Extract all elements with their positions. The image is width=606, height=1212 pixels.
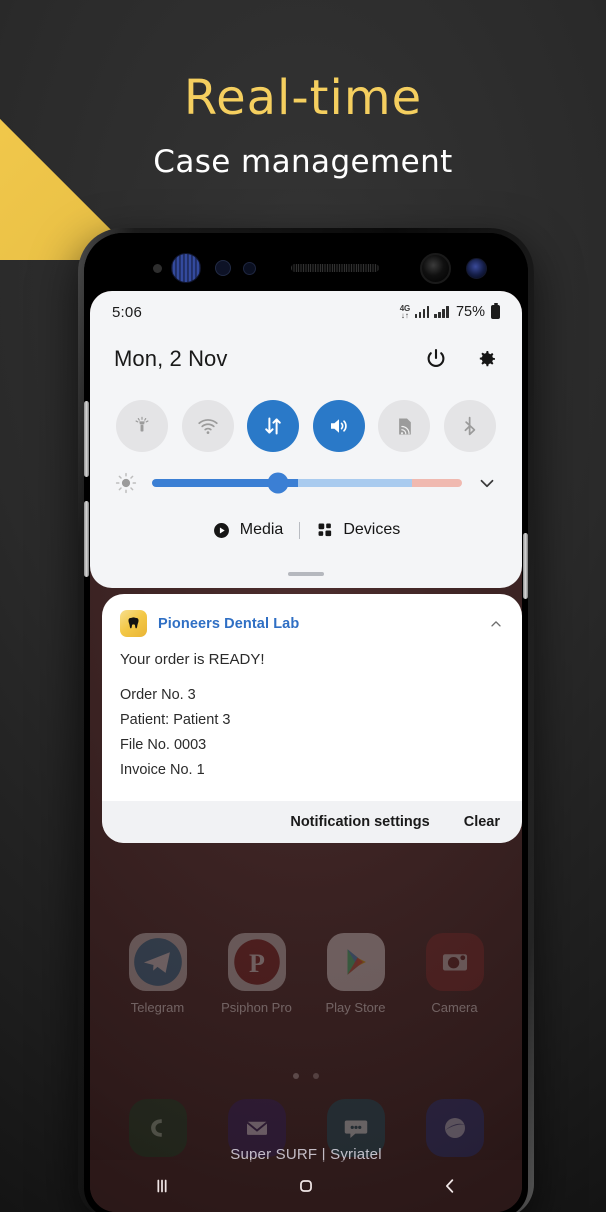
grid-squares-icon bbox=[318, 523, 332, 537]
app-label: Telegram bbox=[130, 1000, 185, 1015]
app-label: Psiphon Pro bbox=[221, 1000, 292, 1015]
brightness-high-zone bbox=[412, 479, 462, 487]
tooth-icon bbox=[120, 610, 147, 637]
data-arrows-label: ↓↑ bbox=[400, 310, 409, 320]
notification-header: Pioneers Dental Lab bbox=[102, 594, 522, 637]
play-store-icon bbox=[326, 933, 385, 991]
notification-line: Invoice No. 1 bbox=[120, 762, 205, 778]
page-dot[interactable] bbox=[313, 1073, 319, 1079]
quick-settings-panel: 5:06 4G ↓↑ 75% Mon, 2 Nov Media Devices bbox=[90, 291, 522, 588]
toggle-flashlight[interactable] bbox=[116, 400, 168, 452]
panel-date: Mon, 2 Nov bbox=[114, 346, 228, 371]
front-camera-icon bbox=[420, 253, 451, 284]
flashlight-icon bbox=[135, 416, 149, 432]
phone-screen: Telegram P Psiphon Pro Play Store Camera… bbox=[90, 291, 522, 1212]
media-button[interactable]: Media bbox=[196, 521, 300, 540]
toggle-wifi[interactable] bbox=[181, 400, 234, 452]
wifi-icon bbox=[197, 419, 218, 434]
page-dot[interactable] bbox=[293, 1073, 299, 1079]
camera-icon bbox=[425, 933, 484, 991]
app-item-telegram[interactable]: Telegram bbox=[113, 933, 203, 1015]
navigation-bar bbox=[90, 1160, 522, 1212]
toggle-bluetooth[interactable] bbox=[443, 400, 496, 452]
signal-bars-sim2-icon bbox=[434, 306, 449, 318]
brightness-row bbox=[90, 459, 522, 507]
app-label: Camera bbox=[431, 1000, 478, 1015]
psiphon-icon: P bbox=[227, 933, 286, 991]
phone-mockup: Telegram P Psiphon Pro Play Store Camera… bbox=[78, 228, 534, 1212]
gold-stripe-container bbox=[0, 0, 300, 260]
page-indicator bbox=[90, 1073, 522, 1079]
gold-diagonal-stripe bbox=[0, 0, 145, 260]
proximity-sensor-icon bbox=[153, 264, 162, 273]
notification-title: Your order is READY! bbox=[120, 651, 265, 668]
devices-button[interactable]: Devices bbox=[300, 521, 416, 539]
signal-bars-sim1-icon bbox=[414, 306, 430, 318]
clear-button[interactable]: Clear bbox=[464, 814, 500, 830]
smart-view-icon bbox=[399, 417, 411, 435]
iris-scanner-icon bbox=[171, 253, 201, 283]
recents-button[interactable] bbox=[131, 1169, 193, 1203]
notification-body: Order No. 3 Patient: Patient 3 File No. … bbox=[102, 668, 522, 801]
home-button[interactable] bbox=[275, 1169, 337, 1203]
drag-handle[interactable] bbox=[288, 572, 324, 576]
battery-percent-label: 75% bbox=[455, 304, 485, 320]
battery-icon bbox=[491, 302, 500, 319]
power-icon[interactable] bbox=[424, 347, 448, 371]
chevron-up-icon[interactable] bbox=[488, 616, 504, 632]
panel-header: Mon, 2 Nov bbox=[90, 333, 522, 385]
phone-top-bezel bbox=[84, 233, 528, 291]
home-icon bbox=[300, 1180, 312, 1192]
status-time: 5:06 bbox=[112, 303, 142, 321]
notification-line: Order No. 3 bbox=[120, 687, 196, 703]
toggle-sound[interactable] bbox=[312, 400, 365, 452]
app-grid: Telegram P Psiphon Pro Play Store Camera bbox=[90, 933, 522, 1015]
quick-toggles bbox=[90, 391, 522, 461]
toggle-mobile-data[interactable] bbox=[247, 400, 300, 452]
notification-line: Patient: Patient 3 bbox=[120, 712, 231, 728]
brightness-slider-thumb[interactable] bbox=[267, 472, 289, 494]
brightness-slider[interactable] bbox=[152, 479, 462, 487]
recents-icon bbox=[157, 1179, 167, 1193]
devices-label: Devices bbox=[343, 521, 401, 538]
notification-actions: Notification settings Clear bbox=[102, 801, 522, 843]
toggle-smart-view[interactable] bbox=[378, 400, 431, 452]
volume-down-button[interactable] bbox=[84, 501, 89, 577]
brightness-icon bbox=[115, 472, 137, 494]
app-item-psiphon[interactable]: P Psiphon Pro bbox=[212, 933, 302, 1015]
app-label: Play Store bbox=[325, 1000, 386, 1015]
data-transfer-icon bbox=[265, 417, 281, 435]
svg-text:P: P bbox=[249, 949, 265, 978]
telegram-icon bbox=[128, 933, 187, 991]
status-bar: 5:06 4G ↓↑ 75% bbox=[90, 291, 522, 333]
notification-card[interactable]: Pioneers Dental Lab Your order is READY!… bbox=[102, 594, 522, 843]
app-item-play-store[interactable]: Play Store bbox=[311, 933, 401, 1015]
power-side-button[interactable] bbox=[523, 533, 528, 599]
back-button[interactable] bbox=[419, 1169, 481, 1203]
earpiece-speaker-icon bbox=[291, 264, 379, 272]
notification-app-name: Pioneers Dental Lab bbox=[158, 615, 300, 632]
volume-up-button[interactable] bbox=[84, 401, 89, 477]
brightness-remainder bbox=[297, 479, 413, 487]
panel-header-actions bbox=[424, 347, 498, 371]
page-subtitle: Case management bbox=[153, 144, 453, 180]
back-icon bbox=[446, 1179, 454, 1193]
app-item-camera[interactable]: Camera bbox=[410, 933, 500, 1015]
secondary-sensor-icon bbox=[243, 262, 256, 275]
chevron-down-icon[interactable] bbox=[476, 472, 498, 494]
4g-data-icon: 4G ↓↑ bbox=[400, 304, 410, 320]
phone-body: Telegram P Psiphon Pro Play Store Camera… bbox=[84, 233, 528, 1212]
page-title: Real-time bbox=[183, 70, 423, 126]
notification-line: File No. 0003 bbox=[120, 737, 207, 753]
notification-settings-button[interactable]: Notification settings bbox=[290, 814, 429, 830]
volume-icon bbox=[330, 419, 347, 433]
media-devices-row: Media Devices bbox=[90, 509, 522, 551]
light-sensor-icon bbox=[215, 260, 231, 276]
bluetooth-icon bbox=[464, 416, 476, 436]
gear-icon[interactable] bbox=[474, 347, 498, 371]
front-camera-secondary-icon bbox=[466, 258, 487, 279]
play-circle-icon bbox=[213, 522, 229, 538]
status-icons: 4G ↓↑ 75% bbox=[400, 302, 500, 320]
media-label: Media bbox=[239, 521, 284, 538]
